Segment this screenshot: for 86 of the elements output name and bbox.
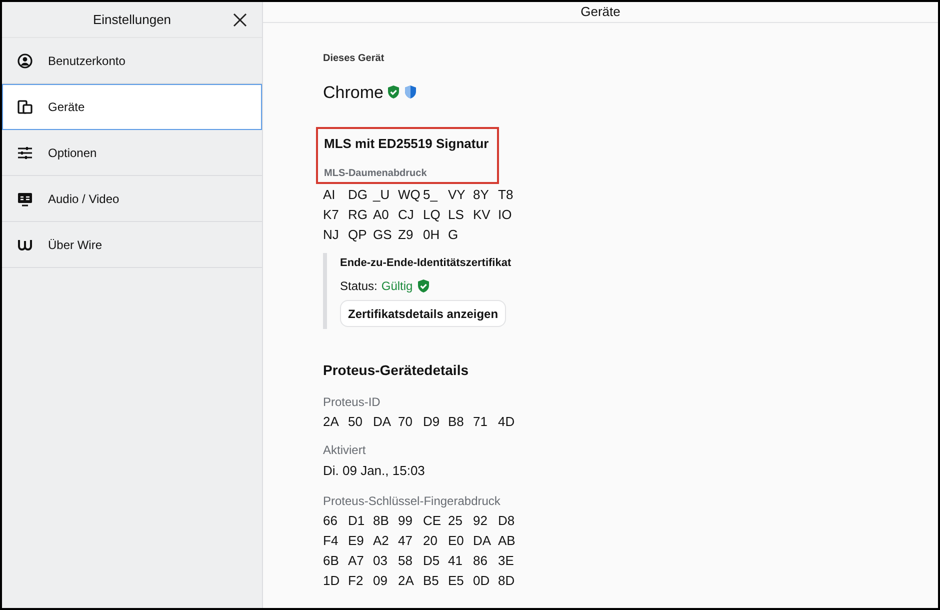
fingerprint-code: B8: [448, 413, 465, 430]
section-heading: Proteus-Gerätedetails: [323, 361, 470, 380]
fingerprint-code: _U: [373, 186, 391, 202]
fingerprint-code: 58: [398, 552, 414, 568]
fingerprint-code: 99: [398, 512, 414, 528]
fingerprint-code: LQ: [423, 206, 442, 222]
section-heading: MLS mit ED25519 Signatur: [324, 135, 490, 153]
fingerprint-code: D9: [423, 413, 441, 430]
status-label: Status:: [340, 278, 378, 295]
close-icon: [233, 13, 247, 27]
fingerprint-code: GS: [373, 226, 393, 242]
sidebar-item[interactable]: Geräte: [2, 84, 262, 130]
fingerprint-code: 1D: [323, 572, 341, 588]
monitor-icon: [17, 190, 33, 206]
fingerprint-code: 5_: [423, 186, 439, 202]
fingerprint-code: 0H: [423, 226, 441, 242]
fingerprint-code: KV: [473, 206, 492, 222]
fingerprint-code: 8Y: [473, 186, 490, 202]
fingerprint-code: D1: [348, 512, 366, 528]
section-label: Dieses Gerät: [323, 52, 386, 66]
field-label: Proteus-ID: [323, 394, 382, 411]
fingerprint-code: AB: [498, 532, 516, 548]
fingerprint-code: RG: [348, 206, 368, 222]
device-name: Chrome: [323, 82, 384, 104]
fingerprint-code: 2A: [398, 572, 415, 588]
fingerprint-code: DG: [348, 186, 368, 202]
fingerprint-code: F4: [323, 532, 340, 548]
fingerprint-code: 47: [398, 532, 414, 548]
fingerprint-code: CJ: [398, 206, 415, 222]
fingerprint-code: IO: [498, 206, 513, 222]
fingerprint-code: 0D: [473, 572, 491, 588]
page-title: Geräte: [580, 3, 620, 21]
fingerprint-code: 20: [423, 532, 438, 548]
sidebar-item[interactable]: Über Wire: [2, 222, 262, 268]
fingerprint-code: G: [448, 226, 460, 242]
sidebar-item[interactable]: Audio / Video: [2, 176, 262, 222]
fingerprint-code: AI: [323, 186, 336, 202]
fingerprint-code: K7: [323, 206, 340, 222]
fingerprint-code: F2: [348, 572, 364, 588]
status-value: Gültig: [381, 278, 413, 295]
fingerprint-code: 50: [348, 413, 364, 430]
field-label: Aktiviert: [323, 442, 367, 459]
sliders-icon: [17, 144, 33, 160]
sidebar-item[interactable]: Optionen: [2, 130, 262, 176]
fingerprint-code: D8: [498, 512, 516, 528]
fingerprint-code: 03: [373, 552, 388, 568]
fingerprint-code: Z9: [398, 226, 414, 242]
fingerprint-code: E9: [348, 532, 365, 548]
fingerprint-code: 8B: [373, 512, 390, 528]
fingerprint-code: A0: [373, 206, 390, 222]
fingerprint-code: E5: [448, 572, 465, 588]
fingerprint-code: CE: [423, 512, 442, 528]
certificate-title: Ende-zu-Ende-Identitätszertifikat: [340, 256, 512, 270]
fingerprint-code: E0: [448, 532, 465, 548]
fingerprint-code: 8D: [498, 572, 516, 588]
fingerprint-code: A2: [373, 532, 390, 548]
sidebar-title: Einstellungen: [92, 10, 172, 29]
fingerprint-code: 09: [373, 572, 388, 588]
fingerprint-code: QP: [348, 226, 368, 242]
activation-date: Di. 09 Jan., 15:03: [323, 462, 426, 480]
certificate-details-button[interactable]: Zertifikatsdetails anzeigen: [340, 300, 506, 327]
fingerprint-code: T8: [498, 186, 514, 202]
fingerprint-code: 86: [473, 552, 488, 568]
fingerprint-code: WQ: [398, 186, 422, 202]
field-label: MLS-Daumenabdruck: [324, 166, 428, 180]
fingerprint-code: 3E: [498, 552, 515, 568]
devices-icon: [17, 99, 33, 115]
fingerprint-code: 6B: [323, 552, 340, 568]
fingerprint-code: LS: [448, 206, 465, 222]
fingerprint-code: D5: [423, 552, 441, 568]
fingerprint-code: 2A: [323, 413, 340, 430]
fingerprint-code: DA: [473, 532, 492, 548]
fingerprint-code: DA: [373, 413, 392, 430]
fingerprint-code: B5: [423, 572, 440, 588]
fingerprint-code: 71: [473, 413, 488, 430]
fingerprint-code: A7: [348, 552, 365, 568]
fingerprint-code: 92: [473, 512, 488, 528]
fingerprint-code: 66: [323, 512, 338, 528]
fingerprint-code: 70: [398, 413, 414, 430]
field-label: Proteus-Schlüssel-Fingerabdruck: [323, 492, 502, 510]
fingerprint-code: 25: [448, 512, 464, 528]
fingerprint-code: VY: [448, 186, 466, 202]
fingerprint-code: 41: [448, 552, 464, 568]
fingerprint-code: NJ: [323, 226, 340, 242]
fingerprint-code: 4D: [498, 413, 516, 430]
account-icon: [17, 52, 33, 68]
